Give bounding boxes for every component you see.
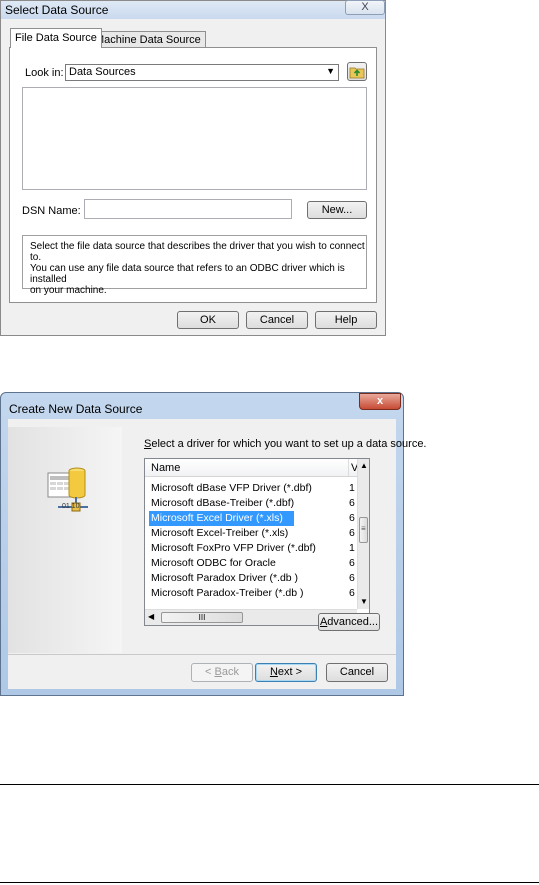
horizontal-scroll-thumb[interactable]: III xyxy=(161,612,243,623)
list-item-version: 6 xyxy=(349,572,355,584)
description-line: Select the file data source that describ… xyxy=(30,241,365,263)
description-line: You can use any file data source that re… xyxy=(30,263,345,285)
tab-file-data-source[interactable]: File Data Source xyxy=(10,28,102,48)
folder-up-icon xyxy=(349,67,365,79)
column-header-name[interactable]: Name xyxy=(151,462,180,474)
scroll-left-icon[interactable]: ◀ xyxy=(148,612,154,621)
new-button-label: New... xyxy=(321,204,353,216)
list-item[interactable]: Microsoft Paradox-Treiber (*.db ) xyxy=(151,586,304,598)
list-item-version: 6 xyxy=(349,557,355,569)
cancel-button-label: Cancel xyxy=(339,666,375,678)
grip-icon: ≡ xyxy=(361,524,366,533)
scroll-down-icon[interactable]: ▼ xyxy=(360,597,368,606)
tab-panel: Look in: Data Sources ▼ DSN Name: New...… xyxy=(9,47,377,303)
list-item[interactable]: Microsoft dBase VFP Driver (*.dbf) xyxy=(151,481,312,496)
horizontal-rule xyxy=(0,882,539,883)
footer-divider xyxy=(8,654,396,655)
column-divider xyxy=(348,459,349,476)
wizard-side-panel: 01 10 xyxy=(8,427,122,653)
list-item[interactable]: Microsoft Excel-Treiber (*.xls) xyxy=(151,526,288,541)
tab-label: Machine Data Source xyxy=(95,34,201,46)
back-label-pre: < xyxy=(205,666,215,678)
description-line: on your machine. xyxy=(30,285,107,296)
advanced-label: dvanced... xyxy=(327,616,379,628)
description-text: Select the file data source that describ… xyxy=(30,241,366,296)
cancel-button[interactable]: Cancel xyxy=(246,311,308,329)
ok-button[interactable]: OK xyxy=(177,311,239,329)
ok-button-label: OK xyxy=(200,314,216,326)
next-button[interactable]: Next > xyxy=(255,663,317,682)
list-item-version: 1 xyxy=(349,482,355,494)
back-mnemonic: B xyxy=(214,666,222,678)
look-in-label: Look in: xyxy=(25,67,64,79)
dialog-title: Select Data Source xyxy=(5,3,109,17)
close-button[interactable]: X xyxy=(345,0,385,15)
vertical-scroll-thumb[interactable]: ≡ xyxy=(359,517,368,543)
list-header: Name V xyxy=(145,459,358,477)
next-label: ext > xyxy=(277,666,303,678)
list-item-selected[interactable]: Microsoft Excel Driver (*.xls) xyxy=(149,511,294,526)
title-bar: Select Data Source X xyxy=(1,0,385,19)
scroll-up-icon[interactable]: ▲ xyxy=(360,461,368,470)
up-folder-button[interactable] xyxy=(347,62,367,81)
scroll-thumb-grip: III xyxy=(198,613,206,622)
vertical-scrollbar[interactable]: ▲ ≡ ▼ xyxy=(357,459,369,609)
look-in-dropdown[interactable]: Data Sources ▼ xyxy=(65,64,339,81)
advanced-button[interactable]: Advanced... xyxy=(318,613,380,631)
close-button[interactable]: x xyxy=(359,393,401,410)
list-item[interactable]: Microsoft Paradox Driver (*.db ) xyxy=(151,571,298,586)
tab-label: File Data Source xyxy=(15,32,97,44)
list-item[interactable]: Microsoft ODBC for Oracle xyxy=(151,556,276,571)
tab-machine-data-source[interactable]: Machine Data Source xyxy=(90,31,206,47)
help-button[interactable]: Help xyxy=(315,311,377,329)
list-item[interactable]: Microsoft dBase-Treiber (*.dbf) xyxy=(151,496,294,511)
file-list[interactable] xyxy=(22,87,367,190)
new-button[interactable]: New... xyxy=(307,201,367,219)
close-icon: x xyxy=(376,395,384,407)
back-label: ack xyxy=(221,666,239,678)
cancel-button-label: Cancel xyxy=(259,314,295,326)
dsn-name-label: DSN Name: xyxy=(22,205,81,217)
list-item-version: 1 xyxy=(349,542,355,554)
next-mnemonic: N xyxy=(269,666,278,678)
list-item-version: 6 xyxy=(349,512,355,524)
cancel-button[interactable]: Cancel xyxy=(326,663,388,682)
icon-caption: 01 10 xyxy=(62,503,80,510)
driver-list[interactable]: Name V Microsoft dBase VFP Driver (*.dbf… xyxy=(144,458,370,626)
close-icon: X xyxy=(361,1,369,13)
driver-prompt: Select a driver for which you want to se… xyxy=(144,438,427,450)
look-in-value: Data Sources xyxy=(69,66,136,78)
list-item-version: 6 xyxy=(349,527,355,539)
select-data-source-dialog: Select Data Source X File Data Source Ma… xyxy=(0,0,386,336)
list-body: Microsoft dBase VFP Driver (*.dbf) 1 Mic… xyxy=(145,478,357,609)
dsn-name-input[interactable] xyxy=(84,199,292,219)
help-button-label: Help xyxy=(334,314,358,326)
back-button[interactable]: < Back xyxy=(191,663,253,682)
chevron-down-icon: ▼ xyxy=(326,66,335,76)
description-box: Select the file data source that describ… xyxy=(22,235,367,296)
list-item-version: 6 xyxy=(349,587,355,598)
list-item-version: 6 xyxy=(349,497,355,509)
prompt-text: elect a driver for which you want to set… xyxy=(151,438,427,450)
horizontal-rule xyxy=(0,784,539,785)
dialog-title: Create New Data Source xyxy=(9,402,143,416)
list-item[interactable]: Microsoft FoxPro VFP Driver (*.dbf) xyxy=(151,541,316,556)
